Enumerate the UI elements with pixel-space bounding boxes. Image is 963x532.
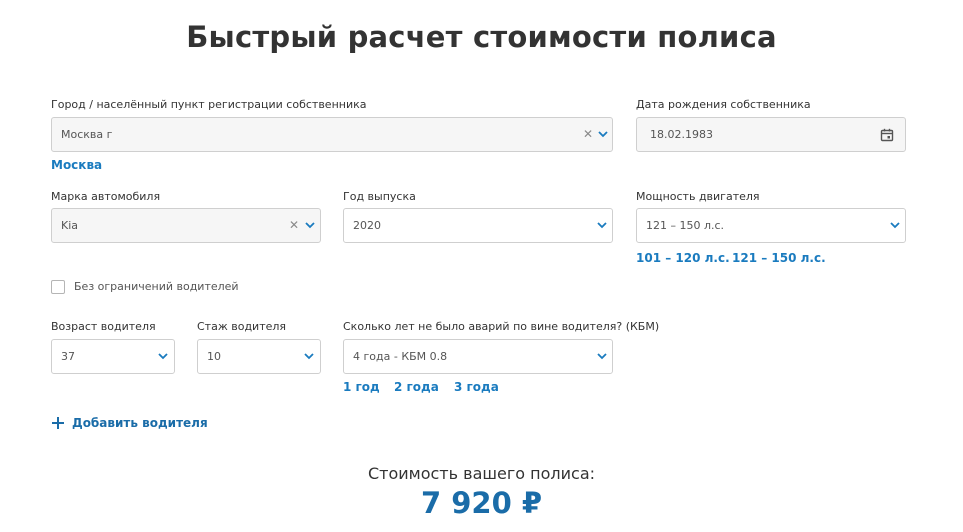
kbm-label: Сколько лет не было аварий по вине водит… <box>343 320 660 333</box>
chevron-down-icon[interactable] <box>597 221 607 229</box>
chevron-down-icon[interactable] <box>597 352 607 360</box>
owner-city-suggestion-link[interactable]: Москва <box>51 158 102 172</box>
kbm-select[interactable]: 4 года - КБМ 0.8 <box>343 339 613 374</box>
driver-experience-select[interactable]: 10 <box>197 339 321 374</box>
driver-experience-value: 10 <box>207 350 221 363</box>
price-caption: Стоимость вашего полиса: <box>367 464 596 483</box>
add-driver-button[interactable]: Добавить водителя <box>51 416 208 430</box>
kbm-value: 4 года - КБМ 0.8 <box>353 350 448 363</box>
car-year-value: 2020 <box>353 219 381 232</box>
engine-power-select[interactable]: 121 – 150 л.с. <box>636 208 906 243</box>
page-title: Быстрый расчет стоимости полиса <box>186 20 777 54</box>
price-value: 7 920 ₽ <box>420 486 543 520</box>
unlimited-drivers-checkbox[interactable] <box>51 280 65 294</box>
owner-birthdate-label: Дата рождения собственника <box>636 98 811 111</box>
car-brand-value: Kia <box>61 219 79 232</box>
owner-birthdate-input[interactable]: 18.02.1983 <box>636 117 906 152</box>
driver-experience-label: Стаж водителя <box>197 320 287 333</box>
kbm-suggestion-link[interactable]: 1 год <box>343 380 380 394</box>
kbm-suggestion-link[interactable]: 3 года <box>454 380 499 394</box>
car-year-label: Год выпуска <box>343 190 416 203</box>
engine-power-label: Мощность двигателя <box>636 190 760 203</box>
clear-icon[interactable]: ✕ <box>289 209 299 242</box>
owner-city-value: Москва г <box>61 128 113 141</box>
car-brand-label: Марка автомобиля <box>51 190 161 203</box>
engine-power-suggestion-link[interactable]: 101 – 120 л.с. <box>636 251 730 265</box>
clear-icon[interactable]: ✕ <box>583 118 593 151</box>
owner-city-label: Город / населённый пункт регистрации соб… <box>51 98 367 111</box>
chevron-down-icon[interactable] <box>304 352 314 360</box>
engine-power-value: 121 – 150 л.с. <box>646 219 725 232</box>
engine-power-suggestion-link[interactable]: 121 – 150 л.с. <box>732 251 826 265</box>
owner-city-select[interactable]: Москва г ✕ <box>51 117 613 152</box>
chevron-down-icon[interactable] <box>158 352 168 360</box>
kbm-suggestion-link[interactable]: 2 года <box>394 380 439 394</box>
owner-birthdate-value: 18.02.1983 <box>650 128 713 141</box>
car-brand-select[interactable]: Kia ✕ <box>51 208 321 243</box>
plus-icon <box>52 417 64 429</box>
chevron-down-icon[interactable] <box>305 221 315 229</box>
driver-age-label: Возраст водителя <box>51 320 156 333</box>
unlimited-drivers-label[interactable]: Без ограничений водителей <box>74 280 239 293</box>
chevron-down-icon[interactable] <box>890 221 900 229</box>
driver-age-select[interactable]: 37 <box>51 339 175 374</box>
driver-age-value: 37 <box>61 350 75 363</box>
calendar-icon[interactable] <box>880 128 894 142</box>
car-year-select[interactable]: 2020 <box>343 208 613 243</box>
chevron-down-icon[interactable] <box>598 130 608 138</box>
add-driver-label: Добавить водителя <box>72 416 208 430</box>
